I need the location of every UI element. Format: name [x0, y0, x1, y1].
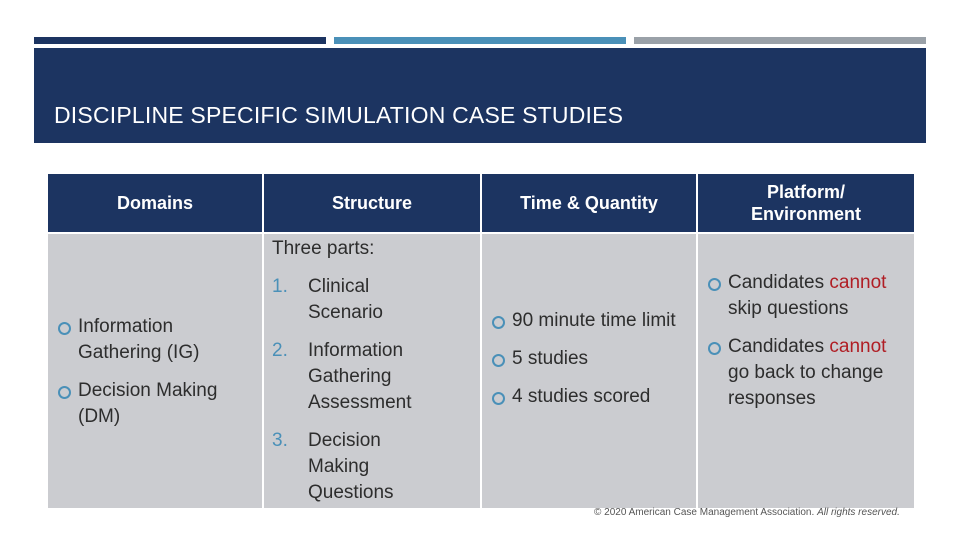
header-structure: Structure — [262, 172, 482, 234]
bullet-ring-icon — [492, 316, 505, 329]
list-item: Decision Making (DM) — [56, 378, 256, 430]
list-number: 1. — [272, 276, 288, 297]
platform-cell: Candidates cannot skip questions Candida… — [696, 232, 916, 510]
time-quantity-list: 90 minute time limit 5 studies 4 studies… — [490, 308, 690, 422]
structure-intro: Three parts: — [272, 238, 375, 259]
platform-rest: skip questions — [728, 298, 849, 319]
domain-text: Decision Making (DM) — [78, 380, 218, 427]
platform-lead: Candidates — [728, 336, 825, 357]
list-item: 90 minute time limit — [490, 308, 690, 334]
structure-text: Clinical Scenario — [308, 276, 383, 323]
platform-lead: Candidates — [728, 272, 825, 293]
case-study-table: Domains Structure Time & Quantity Platfo… — [46, 172, 916, 510]
domains-cell: Information Gathering (IG) Decision Maki… — [46, 232, 264, 510]
list-number: 3. — [272, 430, 288, 451]
title-band: DISCIPLINE SPECIFIC SIMULATION CASE STUD… — [34, 48, 926, 143]
structure-cell: Three parts: 1. Clinical Scenario 2. Infor… — [262, 232, 482, 510]
bullet-ring-icon — [708, 342, 721, 355]
accent-bar-blue — [334, 37, 626, 44]
platform-list: Candidates cannot skip questions Candida… — [706, 270, 912, 424]
accent-bar-navy — [34, 37, 326, 44]
bullet-ring-icon — [492, 392, 505, 405]
time-text: 90 minute time limit — [512, 310, 676, 331]
copyright-footer: © 2020 American Case Management Associat… — [594, 507, 900, 518]
domains-list: Information Gathering (IG) Decision Maki… — [56, 314, 256, 442]
header-domains: Domains — [46, 172, 264, 234]
bullet-ring-icon — [58, 322, 71, 335]
copyright-text: © 2020 American Case Management Associat… — [594, 507, 815, 518]
list-item: Candidates cannot go back to change resp… — [706, 334, 912, 412]
time-text: 4 studies scored — [512, 386, 651, 407]
structure-text: Information Gathering Assessment — [308, 340, 412, 413]
platform-rest: go back to change responses — [728, 362, 884, 409]
slide-title: DISCIPLINE SPECIFIC SIMULATION CASE STUD… — [54, 102, 624, 128]
list-item: 2. Information Gathering Assessment — [272, 338, 432, 416]
domain-text: Information Gathering (IG) — [78, 316, 200, 363]
header-platform-label: Platform/ Environment — [750, 182, 861, 224]
table-row: Information Gathering (IG) Decision Maki… — [46, 232, 916, 510]
time-text: 5 studies — [512, 348, 589, 369]
rights-text: All rights reserved. — [817, 507, 900, 518]
structure-list: 1. Clinical Scenario 2. Information Gather… — [272, 274, 432, 518]
bullet-ring-icon — [708, 278, 721, 291]
bullet-ring-icon — [492, 354, 505, 367]
list-item: 4 studies scored — [490, 384, 690, 410]
time-quantity-cell: 90 minute time limit 5 studies 4 studies… — [480, 232, 698, 510]
list-number: 2. — [272, 340, 288, 361]
list-item: Information Gathering (IG) — [56, 314, 256, 366]
header-time-quantity: Time & Quantity — [480, 172, 698, 234]
structure-text: Decision Making Questions — [308, 430, 394, 503]
platform-emphasis: cannot — [829, 272, 887, 293]
list-item: 3. Decision Making Questions — [272, 428, 432, 506]
header-platform: Platform/ Environment — [696, 172, 916, 234]
accent-bar-gray — [634, 37, 926, 44]
table-header-row: Domains Structure Time & Quantity Platfo… — [46, 172, 916, 234]
list-item: 5 studies — [490, 346, 690, 372]
platform-emphasis: cannot — [829, 336, 887, 357]
list-item: 1. Clinical Scenario — [272, 274, 432, 326]
bullet-ring-icon — [58, 386, 71, 399]
list-item: Candidates cannot skip questions — [706, 270, 912, 322]
